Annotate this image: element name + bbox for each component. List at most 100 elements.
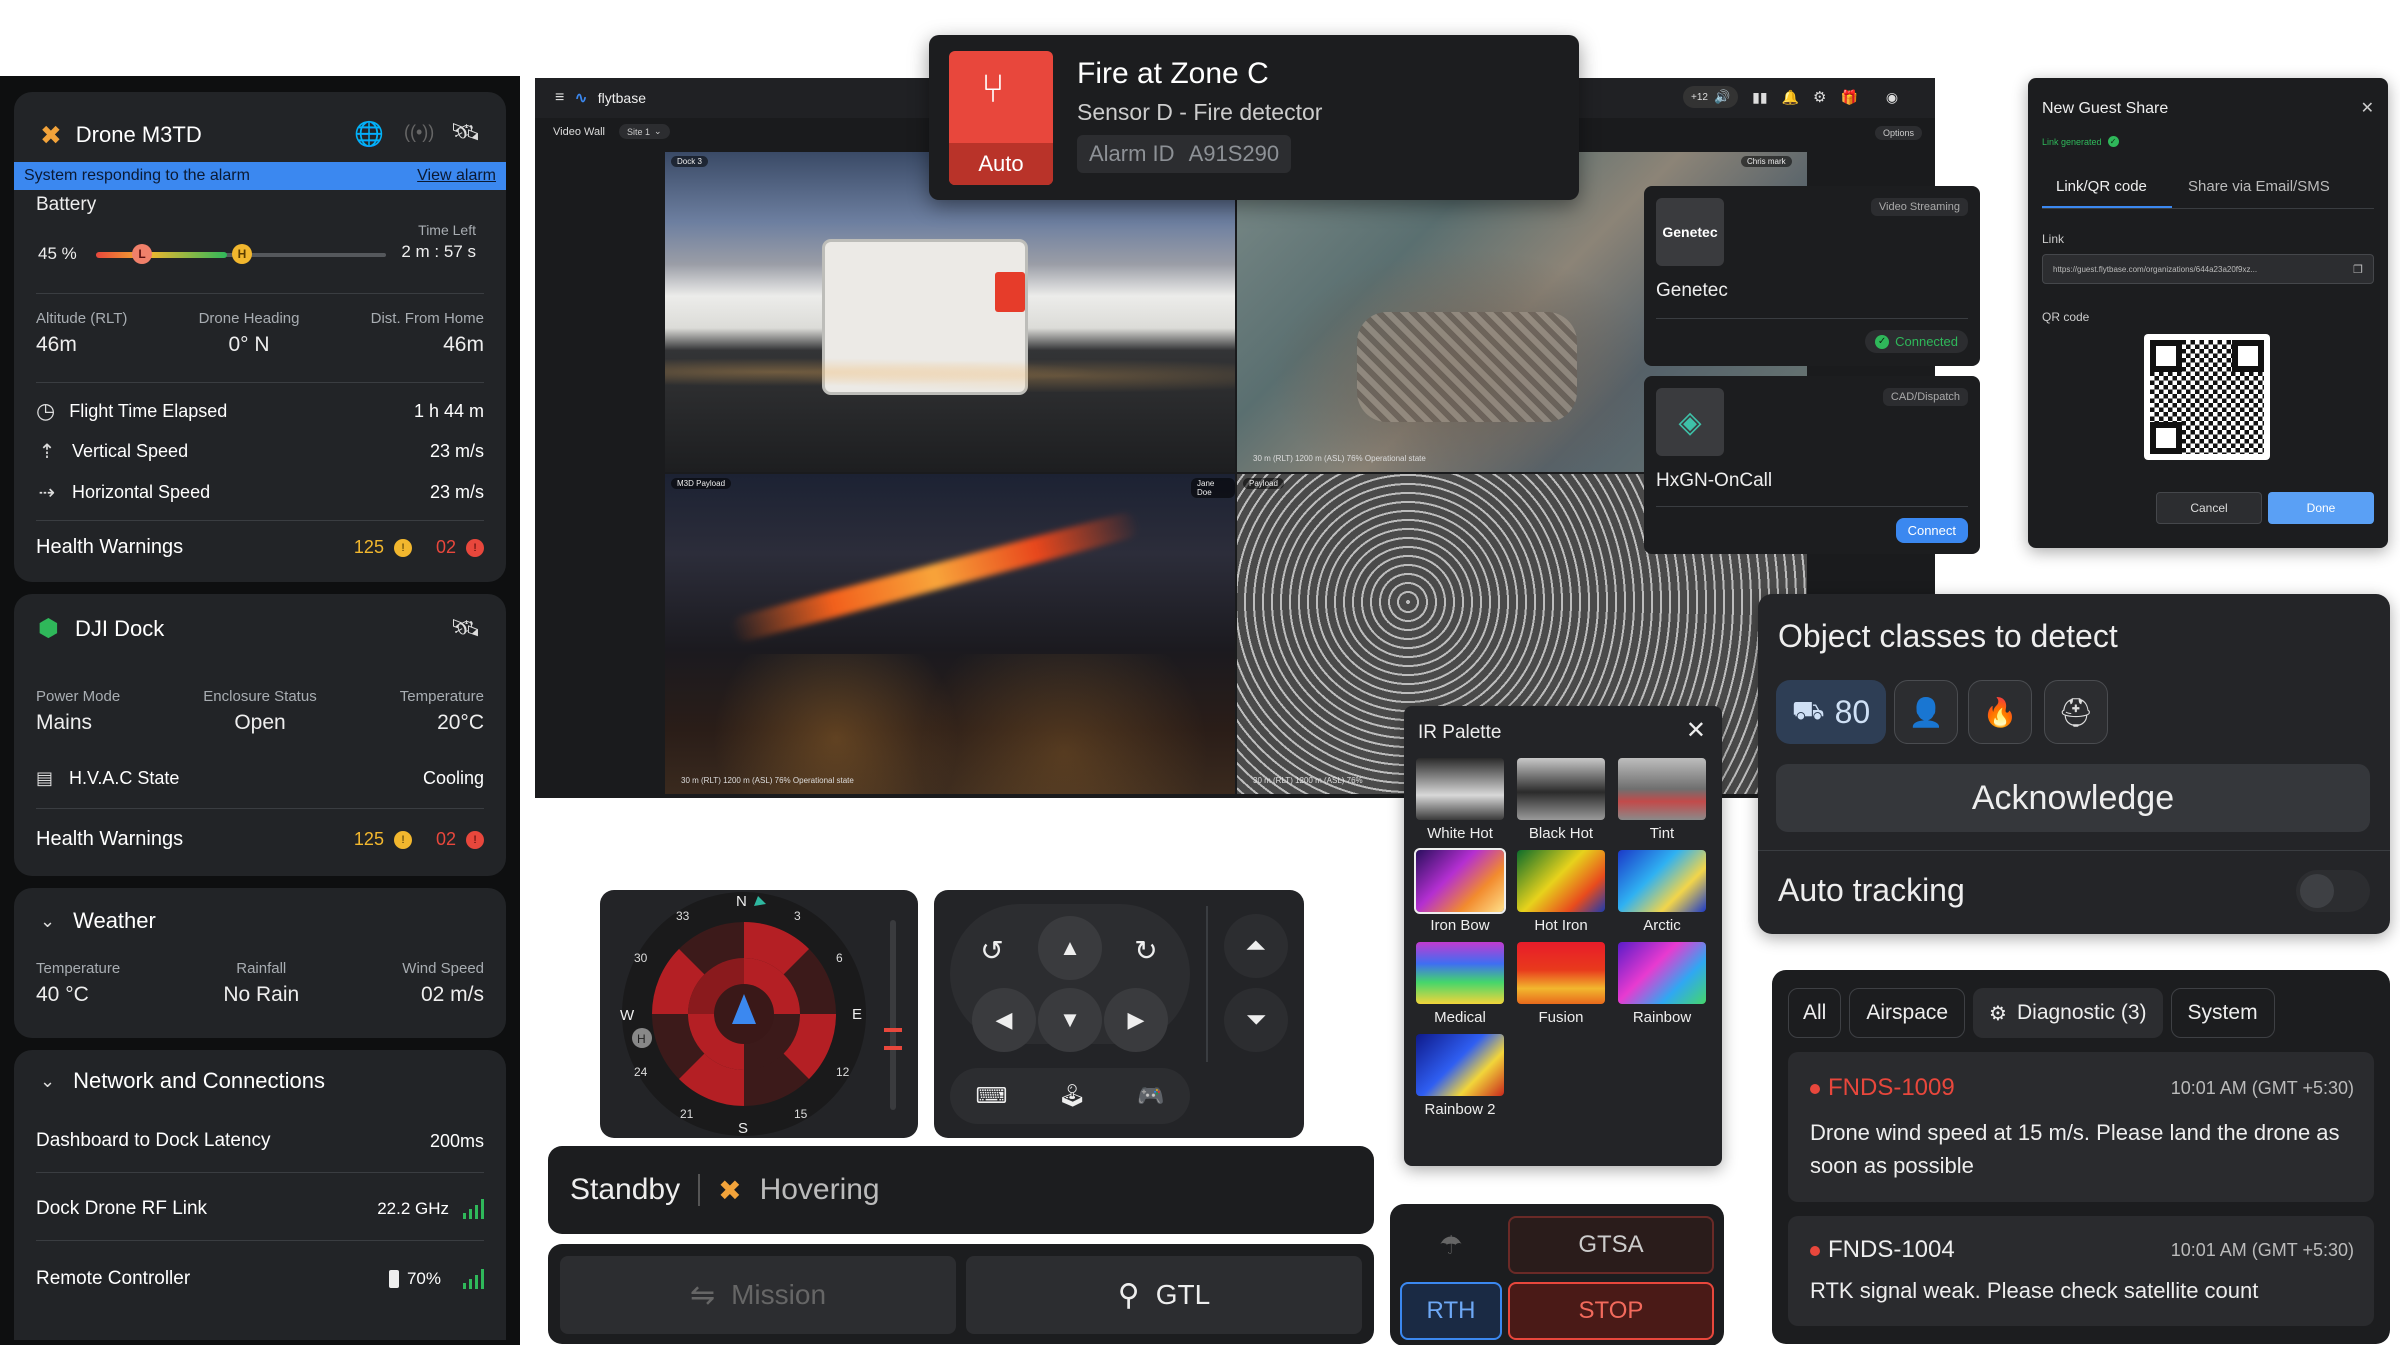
palette-thumb bbox=[1416, 758, 1504, 820]
chevron-down-icon: ⌄ bbox=[40, 1070, 56, 1091]
palette-iron-bow[interactable]: Iron Bow bbox=[1414, 848, 1506, 934]
connected-badge: ✓ Connected bbox=[1865, 330, 1968, 353]
altitude-slider[interactable] bbox=[884, 920, 902, 1110]
palette-rainbow-2[interactable]: Rainbow 2 bbox=[1416, 1034, 1504, 1118]
palette-tint[interactable]: Tint bbox=[1618, 758, 1706, 842]
feed-footer: 30 m (RLT) 1200 m (ASL) 76% Operational … bbox=[1253, 454, 1426, 463]
altitude-stat: Altitude (RLT) 46m bbox=[36, 310, 128, 356]
volume-icon: 🔊 bbox=[1713, 89, 1731, 104]
copy-icon[interactable]: ❐ bbox=[2353, 263, 2363, 276]
event-item[interactable]: FNDS-1009 10:01 AM (GMT +5:30) Drone win… bbox=[1788, 1052, 2374, 1202]
mission-button[interactable]: ⇋ Mission bbox=[560, 1256, 956, 1334]
volume-button[interactable]: +12 🔊 bbox=[1683, 86, 1739, 108]
battery-label: Battery bbox=[36, 194, 97, 215]
compass-tick-21: 21 bbox=[680, 1107, 694, 1121]
parachute-button[interactable]: ☂ bbox=[1400, 1216, 1502, 1274]
gamepad-icon[interactable]: 🎮 bbox=[1137, 1083, 1164, 1109]
video-feed-dock[interactable]: Dock 3 bbox=[665, 152, 1235, 472]
time-left-label: Time Left bbox=[418, 222, 476, 238]
drone-health-row[interactable]: Health Warnings 125 ! 02 ! bbox=[36, 536, 484, 559]
palette-black-hot[interactable]: Black Hot bbox=[1517, 758, 1605, 842]
filter-airspace[interactable]: Airspace bbox=[1849, 988, 1966, 1038]
palette-arctic[interactable]: Arctic bbox=[1618, 850, 1706, 934]
compass-dial[interactable]: N E S W 3 6 12 15 21 24 30 33 H bbox=[614, 890, 874, 1138]
filter-diagnostic[interactable]: ⚙ Diagnostic (3) bbox=[1973, 988, 2163, 1038]
backward-button[interactable]: ▼ bbox=[1038, 988, 1102, 1052]
alarm-card[interactable]: ⑂ Auto Fire at Zone C Sensor D - Fire de… bbox=[929, 35, 1579, 200]
link-field[interactable]: https://guest.flytbase.com/organizations… bbox=[2042, 254, 2374, 284]
status-bar: Standby ✖ Hovering bbox=[548, 1146, 1374, 1234]
auto-tracking-toggle[interactable] bbox=[2296, 870, 2370, 912]
check-icon: ✓ bbox=[2107, 136, 2119, 147]
user-icon[interactable]: ◉ bbox=[1886, 89, 1898, 106]
alarm-title: Fire at Zone C bbox=[1077, 57, 1269, 90]
palette-hot-iron[interactable]: Hot Iron bbox=[1517, 850, 1605, 934]
joystick-icon[interactable]: 🕹 bbox=[1058, 1083, 1086, 1109]
rotate-left-button[interactable]: ↺ bbox=[972, 930, 1012, 970]
options-button[interactable]: Options bbox=[1875, 126, 1923, 140]
vehicle-class-toggle[interactable]: ⛟ 80 bbox=[1776, 680, 1886, 744]
person-class-toggle[interactable]: 👤 bbox=[1894, 680, 1958, 744]
gtsa-button[interactable]: GTSA bbox=[1508, 1216, 1714, 1274]
event-item[interactable]: FNDS-1004 10:01 AM (GMT +5:30) RTK signa… bbox=[1788, 1216, 2374, 1326]
ascend-button[interactable]: ⏶ bbox=[1224, 914, 1288, 978]
stats-icon[interactable]: ▮▮ bbox=[1752, 89, 1767, 106]
cancel-button[interactable]: Cancel bbox=[2156, 492, 2262, 524]
gear-icon[interactable]: ⚙ bbox=[1813, 88, 1826, 106]
power-mode-stat: Power Mode Mains bbox=[36, 688, 121, 734]
palette-fusion[interactable]: Fusion bbox=[1517, 942, 1605, 1026]
status-dot-icon bbox=[1810, 1246, 1820, 1256]
tab-share-email[interactable]: Share via Email/SMS bbox=[2188, 178, 2330, 195]
connect-button[interactable]: Connect bbox=[1895, 518, 1968, 543]
fire-class-toggle[interactable]: 🔥 bbox=[1968, 680, 2032, 744]
network-header[interactable]: ⌄ Network and Connections bbox=[40, 1068, 325, 1094]
alarm-mode-tile: ⑂ Auto bbox=[949, 51, 1053, 185]
descend-button[interactable]: ⏷ bbox=[1224, 988, 1288, 1052]
close-icon[interactable]: ✕ bbox=[1686, 716, 1706, 745]
chevron-down-icon: ⌄ bbox=[40, 910, 56, 931]
helmet-class-toggle[interactable]: ⛑ bbox=[2044, 680, 2108, 744]
weather-wind: Wind Speed 02 m/s bbox=[402, 960, 484, 1006]
integration-hxgn: ◈ CAD/Dispatch HxGN-OnCall Connect bbox=[1644, 376, 1980, 554]
close-icon[interactable]: ✕ bbox=[2361, 98, 2374, 118]
bell-icon[interactable]: 🔔 bbox=[1782, 89, 1799, 106]
palette-medical[interactable]: Medical bbox=[1416, 942, 1504, 1026]
video-feed-fire[interactable]: M3D Payload Jane Doe 30 m (RLT) 1200 m (… bbox=[665, 474, 1235, 794]
weather-card: ⌄ Weather Temperature 40 °C Rainfall No Ra… bbox=[14, 888, 506, 1038]
globe-icon[interactable]: 🌐 bbox=[354, 120, 384, 149]
keyboard-icon[interactable]: ⌨ bbox=[975, 1083, 1007, 1109]
tab-video-wall[interactable]: Video Wall bbox=[553, 126, 605, 138]
tab-link-qr[interactable]: Link/QR code bbox=[2056, 178, 2147, 195]
stop-button[interactable]: STOP bbox=[1508, 1282, 1714, 1340]
palette-grid: White Hot Black Hot Tint Iron Bow Hot Ir… bbox=[1414, 758, 1712, 1118]
gift-icon[interactable]: 🎁 bbox=[1840, 89, 1857, 106]
error-count: 02 bbox=[435, 537, 456, 557]
right-button[interactable]: ▶ bbox=[1104, 988, 1168, 1052]
mission-bar: ⇋ Mission ⚲ GTL bbox=[548, 1244, 1374, 1344]
compass-e: E bbox=[852, 1006, 862, 1023]
palette-white-hot[interactable]: White Hot bbox=[1416, 758, 1504, 842]
clock-icon: ◷ bbox=[36, 398, 56, 423]
done-button[interactable]: Done bbox=[2268, 492, 2374, 524]
dock-icon: ⬢ bbox=[38, 615, 59, 642]
menu-icon[interactable]: ≡ bbox=[555, 89, 564, 107]
acknowledge-button[interactable]: Acknowledge bbox=[1776, 764, 2370, 832]
view-alarm-link[interactable]: View alarm bbox=[417, 167, 496, 185]
rth-button[interactable]: RTH bbox=[1400, 1282, 1502, 1340]
filter-system[interactable]: System bbox=[2170, 988, 2275, 1038]
palette-rainbow[interactable]: Rainbow bbox=[1618, 942, 1706, 1026]
weather-header[interactable]: ⌄ Weather bbox=[40, 908, 156, 934]
link-label: Link bbox=[2042, 232, 2065, 246]
filter-all[interactable]: All bbox=[1788, 988, 1842, 1038]
gtl-button[interactable]: ⚲ GTL bbox=[966, 1256, 1362, 1334]
left-button[interactable]: ◀ bbox=[972, 988, 1036, 1052]
forward-button[interactable]: ▲ bbox=[1038, 916, 1102, 980]
chevron-down-icon: ⌄ bbox=[654, 126, 662, 136]
event-message: RTK signal weak. Please check satellite … bbox=[1810, 1278, 2259, 1303]
rotate-right-button[interactable]: ↻ bbox=[1126, 930, 1166, 970]
event-time: 10:01 AM (GMT +5:30) bbox=[2170, 1240, 2354, 1260]
dock-health-row[interactable]: Health Warnings 125 ! 02 ! bbox=[36, 828, 484, 851]
event-code: FNDS-1009 bbox=[1828, 1074, 1955, 1101]
qr-code bbox=[2144, 334, 2270, 460]
site-select[interactable]: Site 1 ⌄ bbox=[618, 124, 670, 139]
